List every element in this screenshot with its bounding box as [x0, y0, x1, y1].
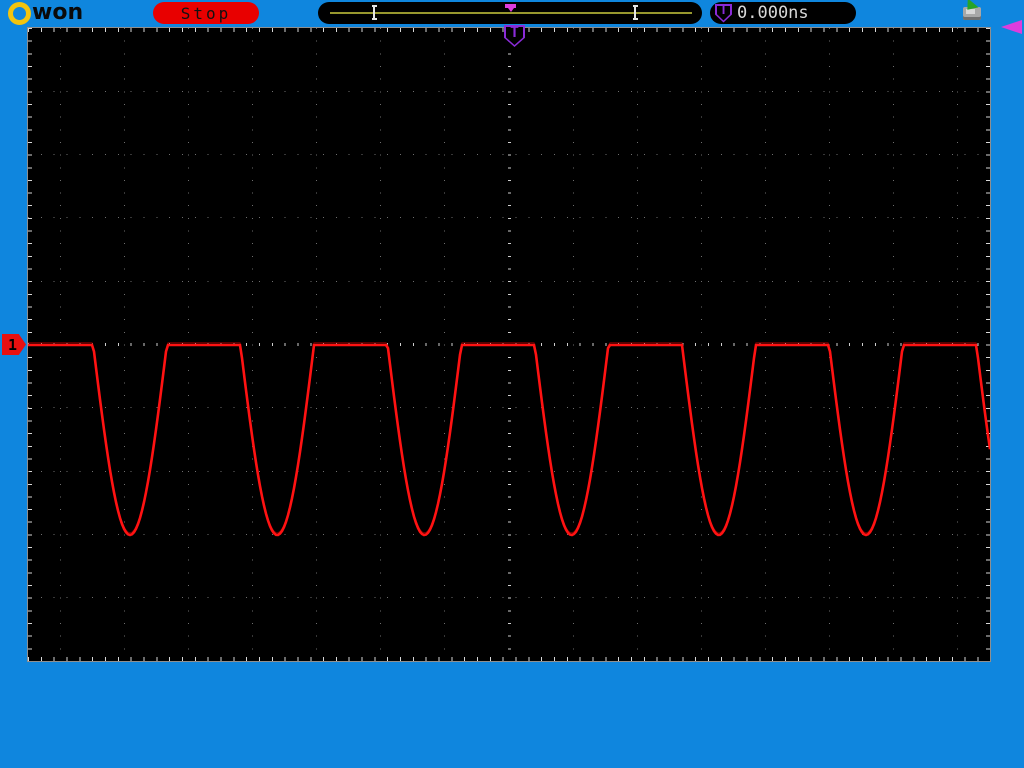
- trigger-level-clamp-icon: [1001, 20, 1022, 34]
- window-bracket-right-icon: [633, 5, 638, 20]
- trigger-shield-icon: T: [715, 3, 732, 23]
- trigger-position-pointer-icon: [505, 4, 516, 12]
- graticule: [27, 27, 991, 662]
- trigger-offset-value: 0.000ns: [737, 3, 809, 23]
- owon-logo: won: [8, 0, 83, 26]
- channel1-marker: 1: [2, 334, 26, 355]
- waveform: [28, 342, 990, 537]
- trigger-time-marker: T: [504, 25, 525, 47]
- brand-text: won: [32, 0, 84, 25]
- oscilloscope-screen: won Stop T 0.000ns T 1: [0, 0, 1024, 768]
- trigger-offset-pill: T 0.000ns: [710, 2, 856, 24]
- brand-ring-icon: [8, 1, 31, 25]
- usb-device-icon: [957, 0, 985, 21]
- trigger-position-bar: [318, 2, 702, 24]
- status-bar: 1 1V- 0.00div 2 50.0mV~ 0.00div (25KS/s)…: [0, 662, 1024, 768]
- window-bracket-left-icon: [372, 5, 377, 20]
- run-status-badge: Stop: [153, 2, 259, 24]
